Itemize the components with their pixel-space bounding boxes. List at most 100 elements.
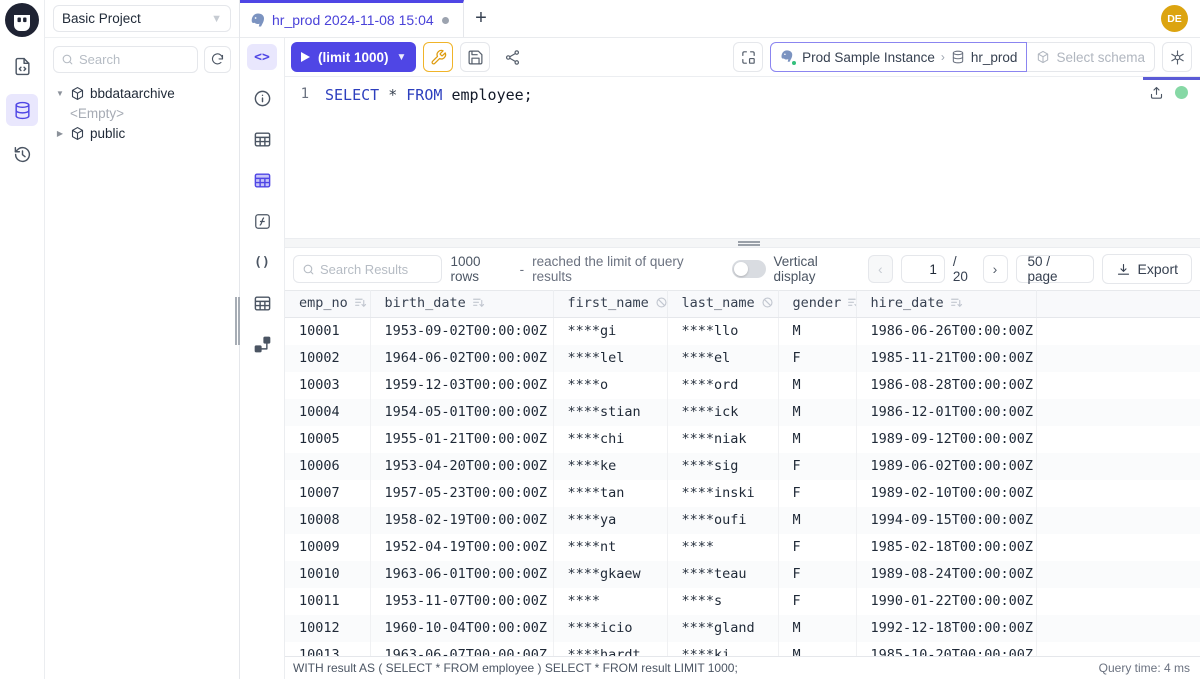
table-cell[interactable]: 10013 — [285, 642, 370, 657]
table-cell[interactable]: 1994-09-15T00:00:00Z — [856, 507, 1036, 534]
table-panel-icon[interactable] — [247, 126, 277, 152]
table-cell[interactable]: 1963-06-01T00:00:00Z — [370, 561, 553, 588]
table-cell[interactable]: ****s — [667, 588, 778, 615]
schema-diagram-icon[interactable] — [247, 331, 277, 357]
table-cell[interactable]: 1964-06-02T00:00:00Z — [370, 345, 553, 372]
table-cell[interactable]: ****lel — [553, 345, 667, 372]
table-cell[interactable]: ****ick — [667, 399, 778, 426]
table-cell[interactable]: ****gland — [667, 615, 778, 642]
worksheet-icon[interactable] — [6, 50, 38, 82]
table-cell[interactable]: 1985-11-21T00:00:00Z — [856, 345, 1036, 372]
table-cell[interactable]: 10007 — [285, 480, 370, 507]
table-cell[interactable]: 1986-08-28T00:00:00Z — [856, 372, 1036, 399]
table-cell[interactable]: 1960-10-04T00:00:00Z — [370, 615, 553, 642]
table-cell[interactable]: 10011 — [285, 588, 370, 615]
table-cell[interactable]: M — [778, 426, 856, 453]
vertical-display-toggle[interactable] — [732, 260, 766, 278]
user-avatar[interactable]: DE — [1161, 5, 1188, 32]
sidebar-search-input[interactable] — [79, 52, 190, 67]
table-cell[interactable]: 10012 — [285, 615, 370, 642]
table-cell[interactable]: 1955-01-21T00:00:00Z — [370, 426, 553, 453]
page-size-select[interactable]: 50 / page — [1016, 255, 1094, 283]
chevron-down-icon[interactable]: ▼ — [397, 52, 407, 63]
table-cell[interactable]: 1954-05-01T00:00:00Z — [370, 399, 553, 426]
format-button[interactable] — [733, 42, 763, 72]
table-cell[interactable]: 1989-08-24T00:00:00Z — [856, 561, 1036, 588]
run-query-button[interactable]: (limit 1000) ▼ — [291, 42, 416, 72]
table-cell[interactable]: F — [778, 561, 856, 588]
new-tab-button[interactable]: + — [464, 0, 498, 37]
sample-table-icon[interactable] — [247, 167, 277, 193]
table-cell[interactable]: ****chi — [553, 426, 667, 453]
table-cell[interactable]: 10004 — [285, 399, 370, 426]
table-cell[interactable]: 10009 — [285, 534, 370, 561]
table-cell[interactable]: 1957-05-23T00:00:00Z — [370, 480, 553, 507]
table-cell[interactable]: M — [778, 615, 856, 642]
history-icon[interactable] — [6, 138, 38, 170]
table-cell[interactable]: M — [778, 507, 856, 534]
database-icon[interactable] — [6, 94, 38, 126]
sort-icon[interactable] — [950, 296, 963, 313]
table-cell[interactable]: ****gkaew — [553, 561, 667, 588]
table-cell[interactable]: M — [778, 372, 856, 399]
table-cell[interactable]: 10001 — [285, 318, 370, 345]
table-cell[interactable]: F — [778, 588, 856, 615]
table-cell[interactable]: 10003 — [285, 372, 370, 399]
table-cell[interactable]: 1985-02-18T00:00:00Z — [856, 534, 1036, 561]
table-cell[interactable]: ****hardt — [553, 642, 667, 657]
table-cell[interactable]: 10006 — [285, 453, 370, 480]
table-cell[interactable]: ****oufi — [667, 507, 778, 534]
table-cell[interactable]: 1990-01-22T00:00:00Z — [856, 588, 1036, 615]
table-cell[interactable]: ****ya — [553, 507, 667, 534]
caret-down-icon[interactable]: ▼ — [55, 89, 65, 98]
sql-editor-mode-icon[interactable]: <> — [247, 44, 277, 70]
table-cell[interactable]: ****llo — [667, 318, 778, 345]
table-cell[interactable]: M — [778, 399, 856, 426]
table-cell[interactable]: F — [778, 345, 856, 372]
prev-page-button[interactable]: ‹ — [868, 255, 893, 283]
sort-icon[interactable] — [354, 296, 367, 313]
wrench-button[interactable] — [423, 42, 453, 72]
sort-icon[interactable] — [847, 296, 856, 313]
result-table-icon[interactable] — [247, 290, 277, 316]
column-header-hire_date[interactable]: hire_date — [856, 291, 1036, 318]
ai-assistant-button[interactable] — [1162, 42, 1192, 72]
table-cell[interactable]: ****stian — [553, 399, 667, 426]
caret-right-icon[interactable]: ▶ — [55, 129, 65, 138]
table-cell[interactable]: 10005 — [285, 426, 370, 453]
table-cell[interactable]: 1953-11-07T00:00:00Z — [370, 588, 553, 615]
instance-database-chip[interactable]: Prod Sample Instance › hr_prod — [770, 42, 1027, 72]
table-cell[interactable]: ****tan — [553, 480, 667, 507]
sql-editor[interactable]: 1 SELECT * FROM employee; — [285, 77, 1200, 238]
info-icon[interactable] — [247, 85, 277, 111]
table-cell[interactable]: 1989-06-02T00:00:00Z — [856, 453, 1036, 480]
table-cell[interactable]: F — [778, 480, 856, 507]
table-cell[interactable]: ****o — [553, 372, 667, 399]
table-cell[interactable]: ****el — [667, 345, 778, 372]
splitter-handle-icon[interactable] — [738, 241, 760, 246]
upload-icon[interactable] — [1149, 85, 1164, 100]
sort-icon[interactable] — [472, 296, 485, 313]
share-button[interactable] — [497, 42, 527, 72]
table-cell[interactable]: **** — [553, 588, 667, 615]
column-header-gender[interactable]: gender — [778, 291, 856, 318]
table-cell[interactable]: ****ord — [667, 372, 778, 399]
table-cell[interactable]: ****ki — [667, 642, 778, 657]
table-cell[interactable]: 1958-02-19T00:00:00Z — [370, 507, 553, 534]
save-button[interactable] — [460, 42, 490, 72]
next-page-button[interactable]: › — [983, 255, 1008, 283]
table-cell[interactable]: 1959-12-03T00:00:00Z — [370, 372, 553, 399]
table-cell[interactable]: 10010 — [285, 561, 370, 588]
project-select[interactable]: Basic Project ▼ — [53, 5, 231, 32]
table-cell[interactable]: 10002 — [285, 345, 370, 372]
table-cell[interactable]: 1986-12-01T00:00:00Z — [856, 399, 1036, 426]
results-search-input[interactable] — [320, 262, 433, 277]
table-cell[interactable]: 1989-02-10T00:00:00Z — [856, 480, 1036, 507]
refresh-button[interactable] — [204, 46, 231, 73]
tree-item-bbdataarchive[interactable]: ▼ bbdataarchive — [55, 83, 239, 103]
table-cell[interactable]: 1992-12-18T00:00:00Z — [856, 615, 1036, 642]
table-cell[interactable]: ****sig — [667, 453, 778, 480]
table-cell[interactable]: 1952-04-19T00:00:00Z — [370, 534, 553, 561]
tree-item-public[interactable]: ▶ public — [55, 123, 239, 143]
table-cell[interactable]: F — [778, 534, 856, 561]
